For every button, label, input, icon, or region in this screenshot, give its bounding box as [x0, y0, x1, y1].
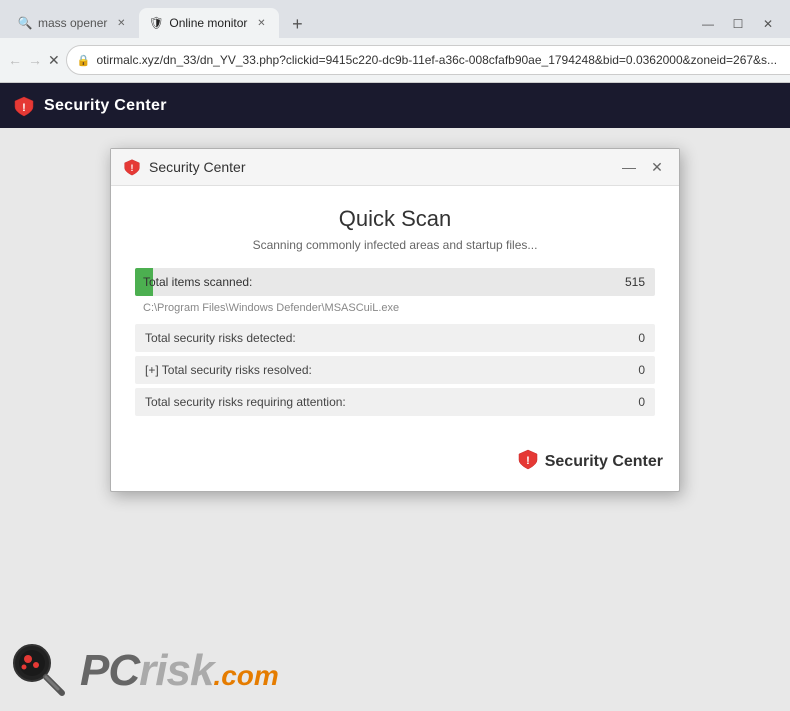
progress-label: Total items scanned: — [135, 275, 252, 289]
window-maximize-button[interactable]: ☐ — [724, 10, 752, 38]
dialog-shield-icon: ! — [123, 158, 141, 176]
tab2-label: Online monitor — [169, 16, 247, 30]
stat-row-0: Total security risks detected: 0 — [135, 324, 655, 352]
security-header-bar: ! Security Center — [0, 83, 790, 128]
dialog-minimize-button[interactable]: — — [619, 157, 639, 177]
stat-label-1: [+] Total security risks resolved: — [145, 363, 312, 377]
stat-value-1: 0 — [638, 363, 645, 377]
lock-icon: 🔒 — [77, 54, 91, 67]
footer-brand: ! Security Center — [517, 448, 663, 475]
dialog-body: Quick Scan Scanning commonly infected ar… — [111, 186, 679, 436]
tab-bar: 🔍 mass opener ✕ 🛡 Online monitor ✕ + — ☐… — [0, 0, 790, 38]
watermark-text: PCrisk.com — [80, 646, 279, 696]
security-dialog: ! Security Center — ✕ Quick Scan Scannin… — [110, 148, 680, 492]
stat-label-2: Total security risks requiring attention… — [145, 395, 346, 409]
bookmark-icon[interactable]: ☆ — [783, 48, 790, 72]
tab1-label: mass opener — [38, 16, 107, 30]
stat-row-1: [+] Total security risks resolved: 0 — [135, 356, 655, 384]
tab1-close[interactable]: ✕ — [113, 15, 129, 31]
svg-text:!: ! — [526, 455, 530, 467]
window-close-button[interactable]: ✕ — [754, 10, 782, 38]
footer-brand-text: Security Center — [545, 453, 663, 471]
watermark-com: .com — [213, 660, 278, 691]
watermark-risk: risk — [139, 646, 213, 695]
progress-value: 515 — [625, 275, 645, 289]
security-center-logo-icon: ! — [12, 94, 36, 118]
watermark-icon — [10, 641, 70, 701]
stat-value-2: 0 — [638, 395, 645, 409]
dialog-title-bar: ! Security Center — ✕ — [111, 149, 679, 186]
stat-label-0: Total security risks detected: — [145, 331, 296, 345]
browser-chrome: 🔍 mass opener ✕ 🛡 Online monitor ✕ + — ☐… — [0, 0, 790, 83]
security-header-title: Security Center — [44, 97, 167, 115]
scan-subtitle: Scanning commonly infected areas and sta… — [135, 238, 655, 252]
svg-text:!: ! — [131, 163, 134, 173]
watermark-pc: PC — [80, 646, 139, 695]
dialog-title-controls: — ✕ — [619, 157, 667, 177]
back-button[interactable]: ← — [8, 46, 22, 74]
stat-value-0: 0 — [638, 331, 645, 345]
address-bar: ← → ✕ 🔒 otirmalc.xyz/dn_33/dn_YV_33.php?… — [0, 38, 790, 82]
new-tab-button[interactable]: + — [283, 10, 311, 38]
svg-text:!: ! — [22, 102, 26, 114]
dialog-footer: ! Security Center — [111, 436, 679, 491]
tab2-favicon: 🛡 — [149, 16, 163, 30]
tab-mass-opener[interactable]: 🔍 mass opener ✕ — [8, 8, 139, 38]
scan-title: Quick Scan — [135, 206, 655, 232]
page-content: ! Security Center — ✕ Quick Scan Scannin… — [0, 128, 790, 711]
stat-row-2: Total security risks requiring attention… — [135, 388, 655, 416]
dialog-close-button[interactable]: ✕ — [647, 157, 667, 177]
window-minimize-button[interactable]: — — [694, 10, 722, 38]
url-text: otirmalc.xyz/dn_33/dn_YV_33.php?clickid=… — [96, 53, 777, 67]
footer-shield-icon: ! — [517, 448, 539, 475]
tab2-close[interactable]: ✕ — [253, 15, 269, 31]
scan-file-path: C:\Program Files\Windows Defender\MSASCu… — [135, 300, 655, 324]
progress-row: Total items scanned: 515 — [135, 268, 655, 296]
dialog-title-text: Security Center — [149, 159, 245, 175]
url-bar[interactable]: 🔒 otirmalc.xyz/dn_33/dn_YV_33.php?clicki… — [66, 45, 790, 75]
reload-button[interactable]: ✕ — [48, 46, 60, 74]
watermark: PCrisk.com — [10, 641, 279, 701]
dialog-title-left: ! Security Center — [123, 158, 245, 176]
forward-button[interactable]: → — [28, 46, 42, 74]
tab1-favicon: 🔍 — [18, 16, 32, 30]
tab-online-monitor[interactable]: 🛡 Online monitor ✕ — [139, 8, 279, 38]
